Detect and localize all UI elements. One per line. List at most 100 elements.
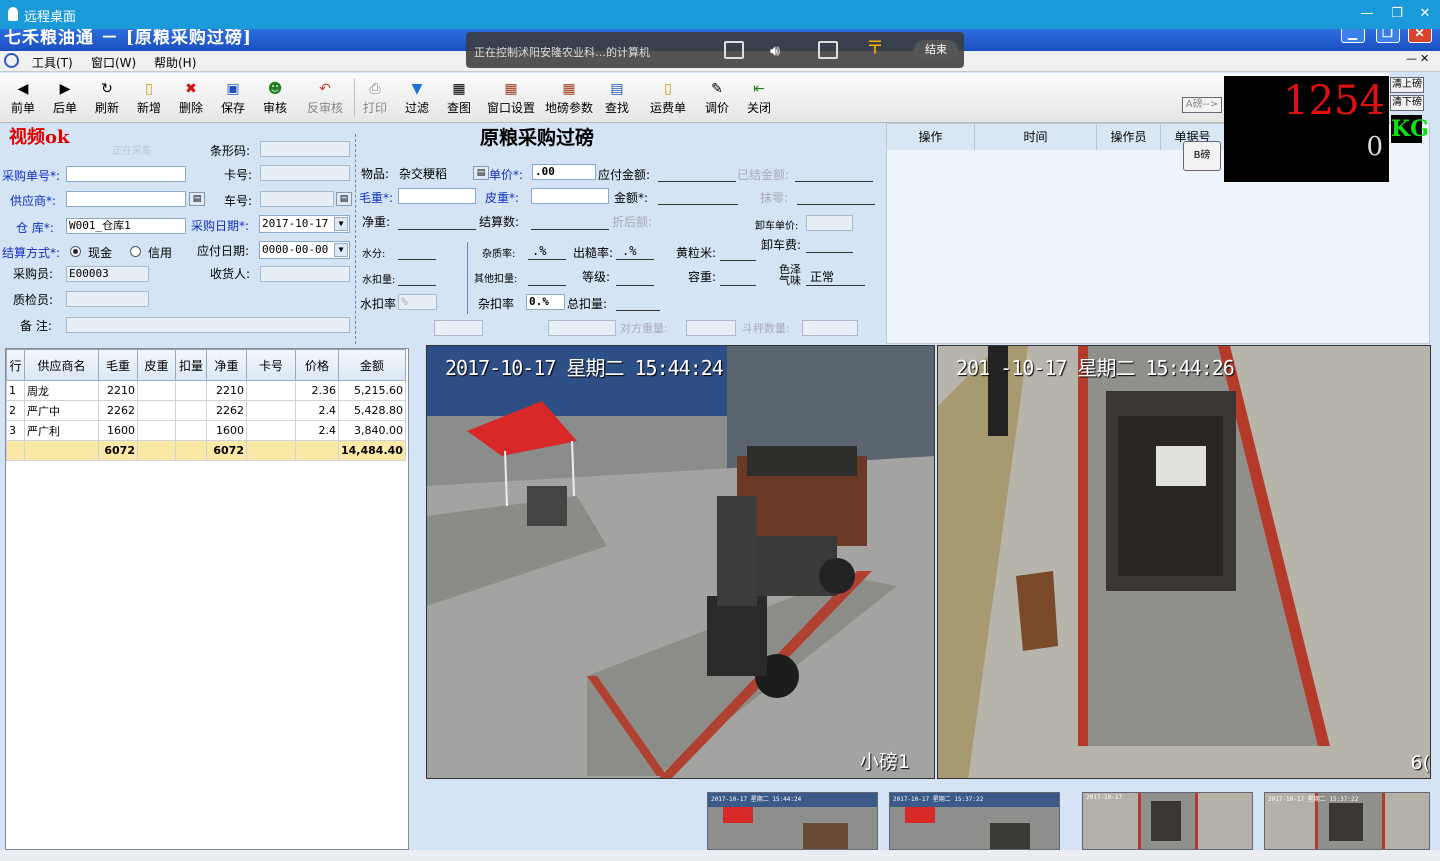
- mdi-close-button[interactable]: ✕: [1420, 52, 1429, 65]
- clear-lower-scale-button[interactable]: 清下磅: [1390, 95, 1424, 111]
- col-deduct[interactable]: 扣量: [175, 349, 207, 381]
- car-picker-icon[interactable]: ▤: [336, 192, 352, 206]
- scale-display: 1254 0: [1224, 76, 1389, 182]
- snapshot-thumb-1[interactable]: 2017-10-17 星期二 15:44:24: [707, 792, 878, 850]
- window-settings-button[interactable]: ▦ 窗口设置: [484, 75, 538, 119]
- grid-header-row: 行 供应商名 毛重 皮重 扣量 净重 卡号 价格 金额: [6, 349, 406, 381]
- volume-icon[interactable]: 🔊︎: [770, 41, 790, 60]
- snapshot-thumb-3[interactable]: 2017-10-17: [1082, 792, 1253, 850]
- buyer-input[interactable]: E00003: [66, 266, 149, 282]
- camera-view-1[interactable]: 2017-10-17 星期二 15:44:24 小磅1: [426, 345, 935, 779]
- due-date-select[interactable]: 0000-00-00 ▼: [259, 241, 350, 259]
- view-image-button[interactable]: ▦ 查图: [442, 75, 476, 119]
- log-col-operator[interactable]: 操作员: [1097, 124, 1161, 150]
- impurity-rate-input[interactable]: 0.%: [526, 294, 565, 310]
- close-button[interactable]: ✕: [1414, 5, 1436, 23]
- wipe-label: 抹零:: [760, 191, 789, 205]
- receiver-input[interactable]: [260, 266, 350, 282]
- col-gross[interactable]: 毛重: [98, 349, 138, 381]
- camera-1-label: 小磅1: [859, 751, 910, 773]
- scale-params-button[interactable]: ▦ 地磅参数: [542, 75, 596, 119]
- price-input[interactable]: .00: [532, 164, 596, 180]
- purchase-no-input[interactable]: [66, 166, 186, 182]
- a-scale-button[interactable]: A磅-->: [1182, 97, 1222, 113]
- purchase-date-select[interactable]: 2017-10-17 ▼: [259, 215, 350, 233]
- b-scale-button[interactable]: B磅: [1183, 141, 1221, 171]
- col-row[interactable]: 行: [6, 349, 25, 381]
- app-close-button[interactable]: ✕: [1408, 29, 1432, 43]
- unapprove-button[interactable]: ↶ 反审核: [302, 75, 348, 119]
- purchase-no-label: 采购单号*:: [2, 169, 61, 183]
- mdi-minimize-button[interactable]: —: [1406, 52, 1417, 65]
- adjust-price-button[interactable]: ✎ 调价: [700, 75, 734, 119]
- next-record-button[interactable]: ▶ 后单: [48, 75, 82, 119]
- table-row[interactable]: 3 严广利 1600 1600 2.4 3,840.00: [6, 420, 406, 441]
- unload-price-input[interactable]: [806, 215, 853, 231]
- camera-2-scene: [938, 346, 1430, 778]
- table-row[interactable]: 1 周龙 2210 2210 2.36 5,215.60: [6, 380, 406, 401]
- other-deduct-label: 其他扣量:: [474, 274, 518, 285]
- price-picker-icon[interactable]: ▤: [473, 166, 489, 180]
- extra-input-2[interactable]: [548, 320, 616, 336]
- inspector-input[interactable]: [66, 291, 149, 307]
- fullscreen-icon[interactable]: [724, 41, 744, 59]
- due-date-label: 应付日期:: [197, 244, 250, 258]
- card-input[interactable]: [260, 165, 350, 181]
- prev-record-button[interactable]: ◀ 前单: [6, 75, 40, 119]
- menu-tools[interactable]: 工具(T): [32, 54, 73, 71]
- window-icon[interactable]: [818, 41, 838, 59]
- other-weight-input[interactable]: [686, 320, 736, 336]
- camera-view-2[interactable]: 201 -10-17 星期二 15:44:26 6(: [937, 345, 1431, 779]
- delete-button[interactable]: ✖ 删除: [174, 75, 208, 119]
- app-logo-icon: [4, 53, 19, 68]
- new-button[interactable]: ▯ 新增: [132, 75, 166, 119]
- supplier-picker-icon[interactable]: ▤: [189, 192, 205, 206]
- app-minimize-button[interactable]: ▁: [1341, 29, 1365, 43]
- barcode-input[interactable]: [260, 141, 350, 157]
- tare-input[interactable]: [531, 188, 609, 204]
- settle-credit-radio[interactable]: [130, 246, 141, 257]
- app-restore-button[interactable]: ❐: [1376, 29, 1400, 43]
- menu-window[interactable]: 窗口(W): [91, 54, 136, 71]
- log-col-action[interactable]: 操作: [887, 124, 975, 150]
- freight-button[interactable]: ▯ 运费单: [646, 75, 690, 119]
- bucket-count-input[interactable]: [802, 320, 858, 336]
- restore-button[interactable]: ❐: [1386, 5, 1408, 23]
- gross-input[interactable]: [398, 188, 476, 204]
- minimize-button[interactable]: —: [1356, 5, 1378, 23]
- warehouse-input[interactable]: W001_仓库1: [66, 218, 186, 234]
- menu-help[interactable]: 帮助(H): [154, 54, 196, 71]
- end-session-button[interactable]: 结束: [914, 40, 958, 60]
- car-input[interactable]: [260, 191, 334, 207]
- print-button[interactable]: ⎙ 打印: [358, 75, 392, 119]
- col-amount[interactable]: 金额: [338, 349, 406, 381]
- col-card[interactable]: 卡号: [246, 349, 296, 381]
- extra-input-1[interactable]: [434, 320, 483, 336]
- refresh-button[interactable]: ↻ 刷新: [90, 75, 124, 119]
- save-button[interactable]: ▣ 保存: [216, 75, 250, 119]
- snapshot-thumb-2[interactable]: 2017-10-17 星期二 15:37:22: [889, 792, 1060, 850]
- log-col-time[interactable]: 时间: [975, 124, 1097, 150]
- col-price[interactable]: 价格: [295, 349, 339, 381]
- approve-button[interactable]: ☻ 审核: [258, 75, 292, 119]
- col-tare[interactable]: 皮重: [137, 349, 176, 381]
- settle-cash-radio[interactable]: [70, 246, 81, 257]
- close-window-button[interactable]: ⇤ 关闭: [742, 75, 776, 119]
- impurity-label: 杂质率:: [482, 249, 516, 260]
- settle-qty-label: 结算数:: [479, 215, 520, 229]
- form-title: 原粮采购过磅: [480, 127, 595, 149]
- find-button[interactable]: ▤ 查找: [600, 75, 634, 119]
- water-rate-input[interactable]: %: [398, 294, 437, 310]
- undo-icon: ↶: [319, 81, 331, 97]
- bottom-scrollbar[interactable]: [0, 850, 1440, 861]
- clear-upper-scale-button[interactable]: 清上磅: [1390, 77, 1424, 93]
- pin-icon[interactable]: 〒: [866, 40, 886, 59]
- col-supplier[interactable]: 供应商名: [24, 349, 99, 381]
- supplier-input[interactable]: [66, 191, 186, 207]
- item-label: 物品:: [361, 167, 390, 181]
- table-row[interactable]: 2 严广中 2262 2262 2.4 5,428.80: [6, 400, 406, 421]
- col-net[interactable]: 净重: [206, 349, 247, 381]
- remark-input[interactable]: [66, 317, 350, 333]
- snapshot-thumb-4[interactable]: 2017-10-17 星期二 15:37:22: [1264, 792, 1430, 850]
- filter-button[interactable]: ▼ 过滤: [400, 75, 434, 119]
